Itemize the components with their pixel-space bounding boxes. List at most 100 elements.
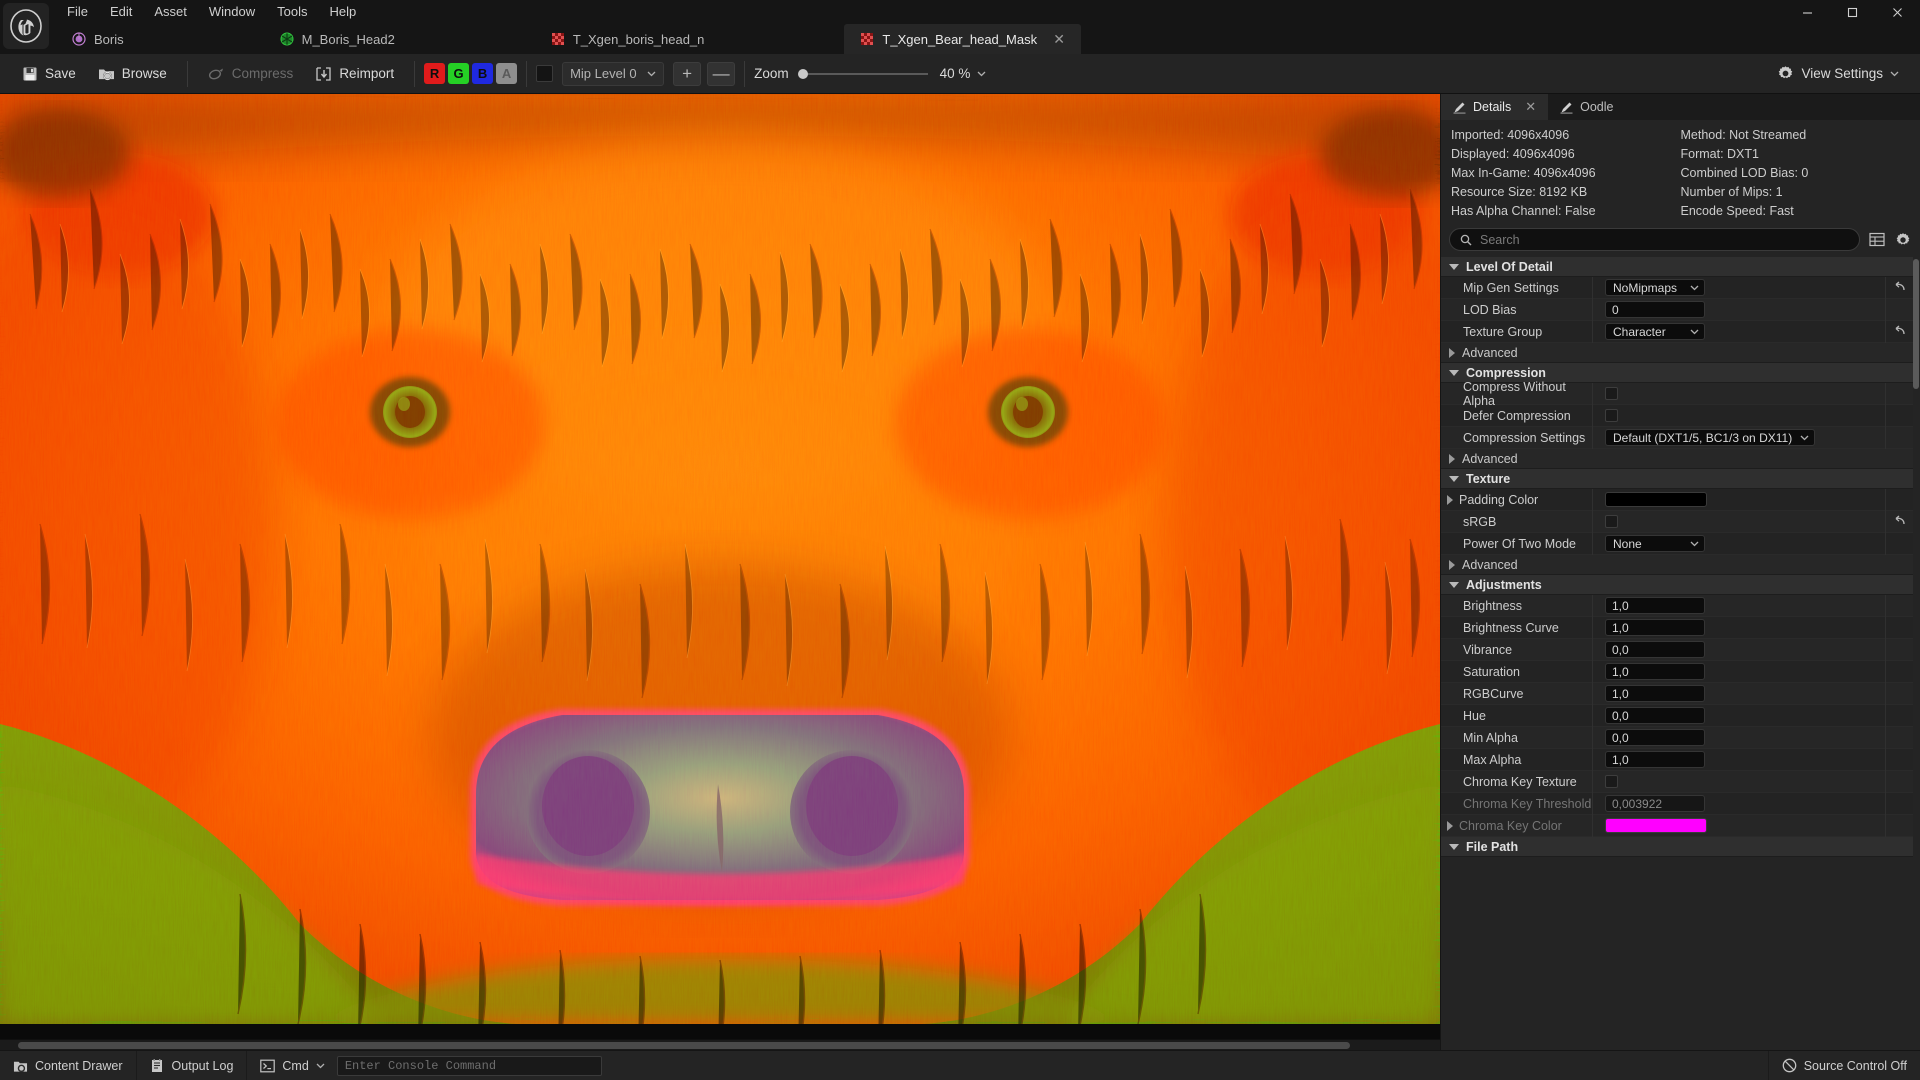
reset-to-default-icon[interactable]	[1885, 510, 1913, 533]
background-color-swatch[interactable]	[536, 65, 554, 82]
tab-boris[interactable]: Boris	[56, 24, 140, 54]
column-layout-icon[interactable]	[1867, 230, 1886, 249]
property-row-brightness-curve[interactable]: Brightness Curve 1,0	[1441, 616, 1913, 639]
property-row-srgb[interactable]: sRGB	[1441, 510, 1913, 533]
tab-t-xgen-boris-head-n[interactable]: T_Xgen_boris_head_n	[535, 24, 721, 54]
reset-to-default-icon[interactable]	[1885, 276, 1913, 299]
compress-button[interactable]: Compress	[197, 59, 305, 89]
property-row-saturation[interactable]: Saturation 1,0	[1441, 660, 1913, 683]
vibrance-input[interactable]: 0,0	[1605, 641, 1705, 658]
brightness-curve-input[interactable]: 1,0	[1605, 619, 1705, 636]
max-alpha-input[interactable]: 1,0	[1605, 751, 1705, 768]
tab-details[interactable]: Details ✕	[1441, 94, 1549, 120]
saturation-input[interactable]: 1,0	[1605, 663, 1705, 680]
mip-level-dropdown[interactable]: Mip Level 0	[562, 61, 665, 86]
settings-gear-icon[interactable]	[1893, 230, 1912, 249]
mip-decrease-button[interactable]: —	[707, 61, 736, 86]
content-drawer-button[interactable]: Content Drawer	[0, 1050, 137, 1080]
mip-gen-settings-dropdown[interactable]: NoMipmaps	[1605, 279, 1705, 296]
save-button[interactable]: Save	[10, 59, 87, 89]
close-icon[interactable]	[1875, 0, 1920, 24]
power-of-two-mode-dropdown[interactable]: None	[1605, 535, 1705, 552]
menu-item-edit[interactable]: Edit	[99, 0, 143, 24]
section-header-adjustments[interactable]: Adjustments	[1441, 575, 1913, 595]
lod-bias-input[interactable]: 0	[1605, 301, 1705, 318]
view-settings-button[interactable]: View Settings	[1766, 59, 1910, 89]
texture-group-dropdown[interactable]: Character	[1605, 323, 1705, 340]
property-list-scrollbar[interactable]	[1913, 259, 1919, 1048]
defer-compression-checkbox[interactable]	[1605, 409, 1618, 422]
menu-item-tools[interactable]: Tools	[266, 0, 318, 24]
maximize-icon[interactable]	[1830, 0, 1875, 24]
property-row-chroma-key-color[interactable]: Chroma Key Color	[1441, 814, 1913, 837]
compress-without-alpha-checkbox[interactable]	[1605, 387, 1618, 400]
compression-settings-dropdown[interactable]: Default (DXT1/5, BC1/3 on DX11)	[1605, 429, 1816, 446]
property-row-chroma-key-threshold[interactable]: Chroma Key Threshold 0,003922	[1441, 792, 1913, 815]
property-row-max-alpha[interactable]: Max Alpha 1,0	[1441, 748, 1913, 771]
details-tab-close-icon[interactable]: ✕	[1525, 100, 1536, 113]
viewport-horizontal-scrollbar[interactable]	[0, 1039, 1440, 1050]
menu-item-help[interactable]: Help	[318, 0, 367, 24]
property-row-chroma-key-texture[interactable]: Chroma Key Texture	[1441, 770, 1913, 793]
menu-item-file[interactable]: File	[56, 0, 99, 24]
unreal-engine-logo-icon[interactable]	[3, 3, 49, 49]
tab-t-xgen-bear-head-mask[interactable]: T_Xgen_Bear_head_Mask ✕	[844, 24, 1082, 54]
chevron-right-icon[interactable]	[1447, 494, 1453, 505]
chroma-key-color-swatch[interactable]	[1605, 818, 1707, 833]
tab-close-icon[interactable]: ✕	[1053, 32, 1065, 46]
channel-toggle-blue[interactable]: B	[472, 63, 494, 84]
section-header-lod-advanced[interactable]: Advanced	[1441, 343, 1913, 363]
viewport-scroll-thumb[interactable]	[18, 1042, 1350, 1049]
reimport-button[interactable]: Reimport	[304, 59, 405, 89]
srgb-checkbox[interactable]	[1605, 515, 1618, 528]
zoom-slider-knob[interactable]	[797, 68, 808, 79]
property-list-scroll-thumb[interactable]	[1913, 259, 1919, 389]
property-row-hue[interactable]: Hue 0,0	[1441, 704, 1913, 727]
property-list[interactable]: Level Of Detail Mip Gen Settings NoMipma…	[1441, 257, 1920, 1050]
property-row-min-alpha[interactable]: Min Alpha 0,0	[1441, 726, 1913, 749]
property-row-rgbcurve[interactable]: RGBCurve 1,0	[1441, 682, 1913, 705]
chroma-key-texture-checkbox[interactable]	[1605, 775, 1618, 788]
texture-viewport[interactable]	[0, 94, 1440, 1050]
property-row-compression-settings[interactable]: Compression Settings Default (DXT1/5, BC…	[1441, 426, 1913, 449]
section-header-file-path[interactable]: File Path	[1441, 837, 1913, 857]
property-row-vibrance[interactable]: Vibrance 0,0	[1441, 638, 1913, 661]
output-log-button[interactable]: Output Log	[137, 1050, 248, 1080]
property-row-texture-group[interactable]: Texture Group Character	[1441, 320, 1913, 343]
console-command-box[interactable]	[336, 1055, 602, 1076]
cmd-dropdown-button[interactable]: Cmd	[247, 1051, 330, 1080]
menu-item-asset[interactable]: Asset	[143, 0, 198, 24]
search-input[interactable]	[1480, 232, 1849, 247]
chevron-right-icon[interactable]	[1447, 820, 1453, 831]
browse-button[interactable]: Browse	[87, 59, 178, 89]
tab-m-boris-head2[interactable]: M_Boris_Head2	[264, 24, 411, 54]
min-alpha-input[interactable]: 0,0	[1605, 729, 1705, 746]
channel-toggle-green[interactable]: G	[448, 63, 470, 84]
section-header-texture-advanced[interactable]: Advanced	[1441, 555, 1913, 575]
section-header-texture[interactable]: Texture	[1441, 469, 1913, 489]
section-header-compression-advanced[interactable]: Advanced	[1441, 449, 1913, 469]
section-header-level-of-detail[interactable]: Level Of Detail	[1441, 257, 1913, 277]
zoom-slider[interactable]	[797, 65, 928, 83]
property-row-brightness[interactable]: Brightness 1,0	[1441, 594, 1913, 617]
console-command-input[interactable]	[344, 1058, 594, 1073]
hue-input[interactable]: 0,0	[1605, 707, 1705, 724]
property-row-mip-gen-settings[interactable]: Mip Gen Settings NoMipmaps	[1441, 276, 1913, 299]
property-row-padding-color[interactable]: Padding Color	[1441, 488, 1913, 511]
property-row-defer-compression[interactable]: Defer Compression	[1441, 404, 1913, 427]
zoom-value-dropdown[interactable]: 40 %	[940, 66, 987, 81]
channel-toggle-alpha[interactable]: A	[496, 63, 518, 84]
texture-canvas[interactable]	[0, 94, 1440, 1039]
search-box[interactable]	[1449, 228, 1860, 251]
property-row-power-of-two-mode[interactable]: Power Of Two Mode None	[1441, 532, 1913, 555]
rgbcurve-input[interactable]: 1,0	[1605, 685, 1705, 702]
property-row-lod-bias[interactable]: LOD Bias 0	[1441, 298, 1913, 321]
menu-item-window[interactable]: Window	[198, 0, 266, 24]
chroma-key-threshold-input[interactable]: 0,003922	[1605, 795, 1705, 812]
reset-to-default-icon[interactable]	[1885, 320, 1913, 343]
padding-color-swatch[interactable]	[1605, 492, 1707, 507]
mip-increase-button[interactable]: +	[673, 61, 702, 86]
brightness-input[interactable]: 1,0	[1605, 597, 1705, 614]
tab-oodle[interactable]: Oodle	[1548, 94, 1625, 120]
channel-toggle-red[interactable]: R	[424, 63, 446, 84]
